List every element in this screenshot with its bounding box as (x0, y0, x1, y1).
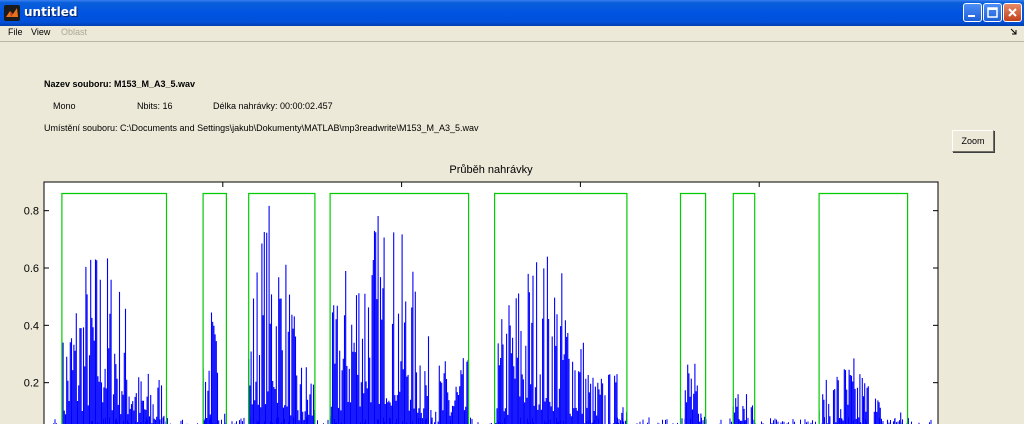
plot-area (44, 182, 938, 424)
y-tick-label: 0.4 (24, 320, 39, 332)
waveform-plot[interactable]: 0.2 0.4 0.6 0.8 (0, 0, 1024, 424)
y-tick-label: 0.2 (24, 378, 39, 390)
y-tick-label: 0.8 (24, 206, 39, 218)
y-tick-label: 0.6 (24, 263, 39, 275)
